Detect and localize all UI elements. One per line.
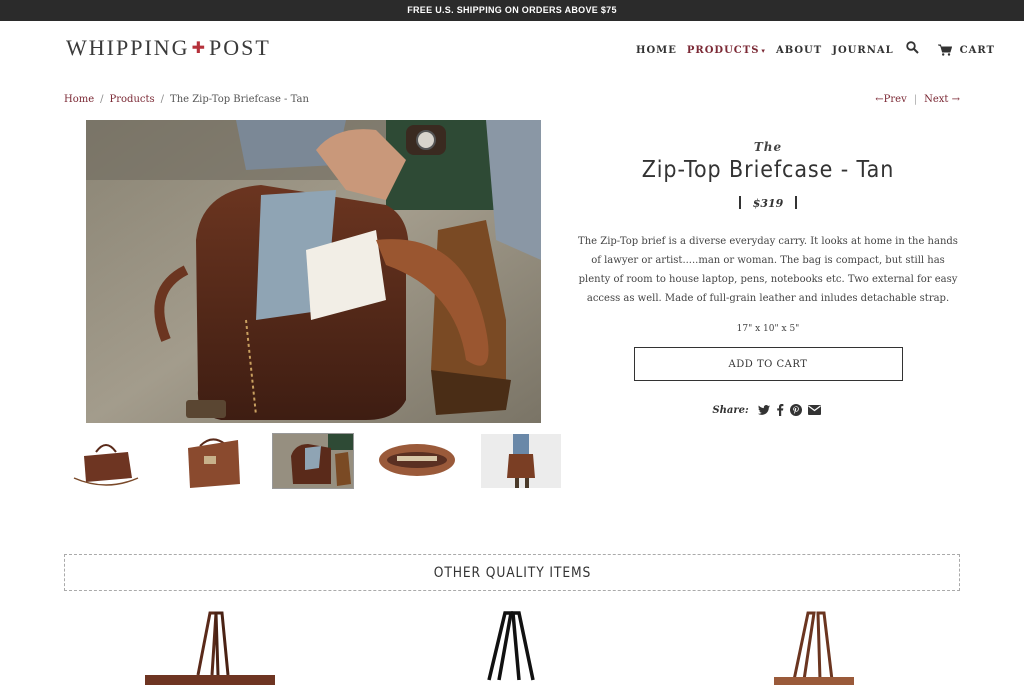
nav-journal[interactable]: JOURNAL xyxy=(832,45,893,56)
cart-icon xyxy=(937,44,952,56)
product-info: The Zip-Top Briefcase - Tan $319 The Zip… xyxy=(576,140,960,416)
breadcrumb-current: The Zip-Top Briefcase - Tan xyxy=(170,94,309,105)
add-to-cart-button[interactable]: ADD TO CART xyxy=(633,347,903,381)
breadcrumb-products[interactable]: Products xyxy=(110,94,155,105)
price-divider xyxy=(738,196,741,209)
logo-word-right: POST xyxy=(208,35,271,60)
nav-products-label: PRODUCTS xyxy=(686,44,760,56)
product-title: Zip-Top Briefcase - Tan xyxy=(641,157,895,183)
nav-home[interactable]: HOME xyxy=(636,45,677,56)
thumbnail-strip xyxy=(66,433,561,489)
promo-text: FREE U.S. SHIPPING ON ORDERS ABOVE $75 xyxy=(407,5,617,15)
breadcrumb-home[interactable]: Home xyxy=(64,94,94,105)
breadcrumb: Home / Products / The Zip-Top Briefcase - Ta… xyxy=(64,94,309,105)
thumbnail[interactable] xyxy=(377,434,457,488)
nav-about[interactable]: ABOUT xyxy=(776,45,822,56)
cart-button[interactable]: CART xyxy=(937,44,995,56)
breadcrumb-separator: / xyxy=(100,94,104,105)
prev-link[interactable]: ←Prev xyxy=(875,94,906,105)
product-pager: ←Prev | Next → xyxy=(875,94,960,105)
search-icon[interactable] xyxy=(905,41,920,55)
next-link[interactable]: Next → xyxy=(924,94,960,105)
logo-cross-mark: ✚ xyxy=(191,40,207,57)
promo-banner: FREE U.S. SHIPPING ON ORDERS ABOVE $75 xyxy=(0,0,1024,21)
thumbnail[interactable] xyxy=(170,434,250,488)
twitter-icon[interactable] xyxy=(757,404,770,416)
product-price: $319 xyxy=(752,197,784,210)
product-description: The Zip-Top brief is a diverse everyday … xyxy=(578,236,958,304)
price-divider xyxy=(795,196,798,209)
cart-label: CART xyxy=(959,44,995,56)
related-items-heading: OTHER QUALITY ITEMS xyxy=(64,554,960,591)
main-nav: HOME PRODUCTS ▾ ABOUT JOURNAL CART xyxy=(636,41,995,57)
logo-word-left: WHIPPING xyxy=(66,35,190,60)
nav-products[interactable]: PRODUCTS ▾ xyxy=(687,45,766,56)
product-price-row: $319 xyxy=(576,196,960,210)
share-label: Share: xyxy=(712,404,749,416)
thumbnail-active[interactable] xyxy=(272,433,354,489)
email-icon[interactable] xyxy=(807,405,821,415)
breadcrumb-separator: / xyxy=(160,94,165,105)
share-row: Share: xyxy=(576,404,960,416)
pinterest-icon[interactable] xyxy=(789,404,802,416)
thumbnail[interactable] xyxy=(481,434,561,488)
related-product-card[interactable] xyxy=(421,605,601,685)
chevron-down-icon: ▾ xyxy=(761,45,766,55)
product-main-image[interactable] xyxy=(86,120,541,423)
thumbnail[interactable] xyxy=(66,434,146,488)
facebook-icon[interactable] xyxy=(776,404,784,416)
related-items-title: OTHER QUALITY ITEMS xyxy=(433,565,591,581)
brand-logo[interactable]: WHIPPING ✚POST xyxy=(66,35,271,61)
related-product-card[interactable] xyxy=(724,605,904,685)
product-dimensions: 17" x 10" x 5" xyxy=(736,324,800,334)
product-title-prefix: The xyxy=(753,140,783,154)
related-product-card[interactable] xyxy=(120,605,300,685)
